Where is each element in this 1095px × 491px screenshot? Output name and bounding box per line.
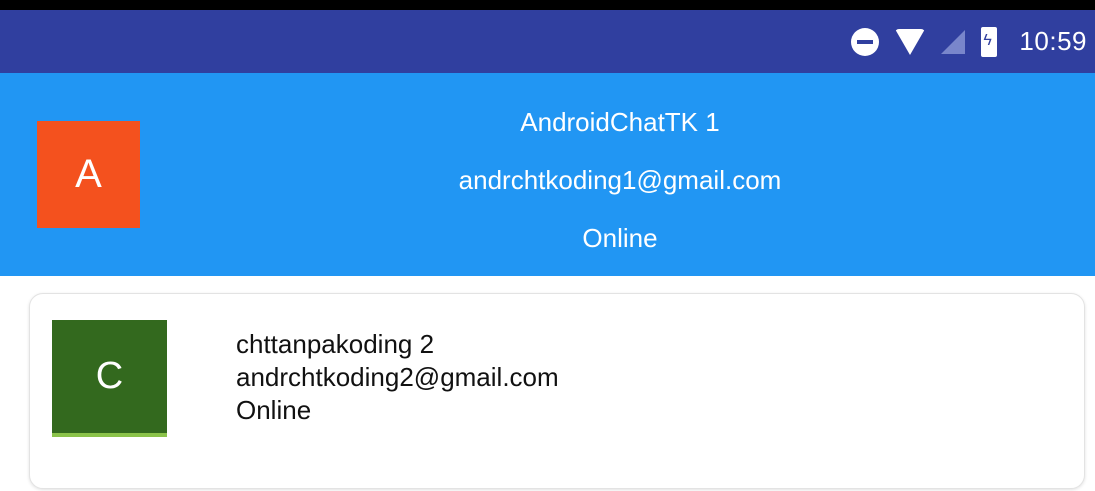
- user-email: andrchtkoding2@gmail.com: [236, 362, 559, 392]
- battery-charging-icon: [981, 26, 998, 57]
- status-bar: 10:59: [0, 10, 1095, 73]
- current-user-email: andrchtkoding1@gmail.com: [458, 165, 782, 195]
- no-signal-icon: [941, 29, 966, 54]
- current-user-status: Online: [582, 223, 658, 253]
- screen-top-edge: [0, 0, 1095, 10]
- current-user-name: AndroidChatTK 1: [520, 107, 720, 137]
- current-user-header: A AndroidChatTK 1 andrchtkoding1@gmail.c…: [0, 73, 1095, 276]
- wifi-icon: [895, 28, 926, 55]
- user-list-item[interactable]: C chttanpakoding 2 andrchtkoding2@gmail.…: [29, 293, 1085, 489]
- status-time: 10:59: [1019, 26, 1087, 56]
- user-status: Online: [236, 395, 312, 425]
- avatar-letter: C: [95, 355, 124, 397]
- user-info: chttanpakoding 2 andrchtkoding2@gmail.co…: [236, 328, 559, 427]
- user-name: chttanpakoding 2: [236, 329, 435, 359]
- status-icons: 10:59: [851, 10, 1087, 73]
- user-avatar: C: [52, 320, 167, 437]
- do-not-disturb-icon: [851, 27, 880, 56]
